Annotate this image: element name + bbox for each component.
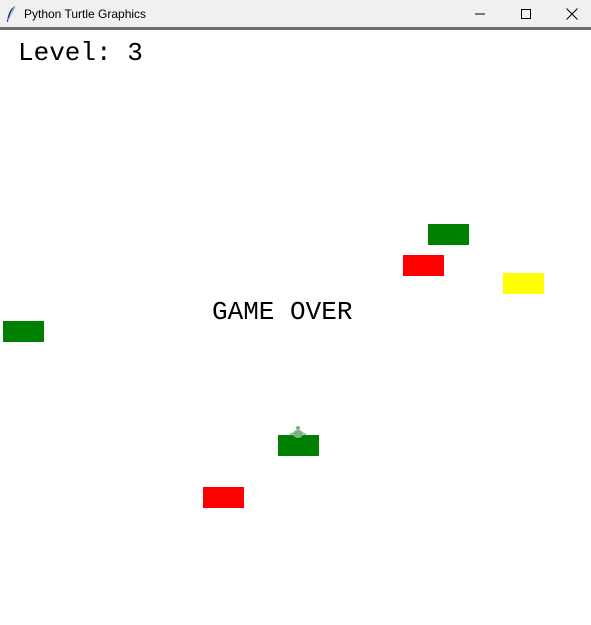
- turtle-icon: [289, 426, 307, 438]
- car-red: [403, 255, 444, 276]
- minimize-button[interactable]: [457, 0, 503, 28]
- close-button[interactable]: [549, 0, 591, 28]
- level-label: Level: 3: [18, 38, 143, 68]
- title-bar[interactable]: Python Turtle Graphics: [0, 0, 591, 30]
- close-icon: [566, 8, 578, 20]
- window-title: Python Turtle Graphics: [24, 7, 147, 21]
- turtle-window: Python Turtle Graphics Level: 3 GAME OVE…: [0, 0, 591, 625]
- car-yellow: [503, 273, 544, 294]
- feather-icon: [7, 5, 16, 22]
- maximize-button[interactable]: [503, 0, 549, 28]
- car-green: [3, 321, 44, 342]
- maximize-icon: [521, 9, 531, 19]
- car-red: [203, 487, 244, 508]
- minimize-icon: [475, 13, 485, 15]
- game-over-text: GAME OVER: [212, 297, 353, 327]
- car-green: [428, 224, 469, 245]
- game-canvas[interactable]: Level: 3 GAME OVER: [0, 33, 591, 625]
